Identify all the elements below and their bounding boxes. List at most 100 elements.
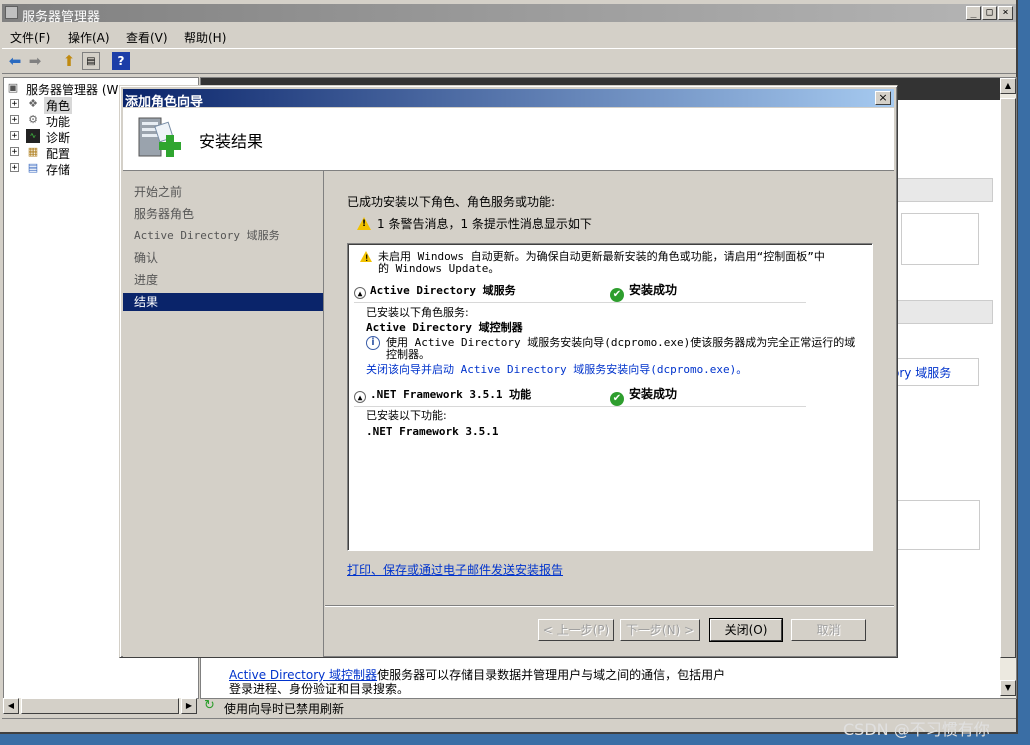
- forward-arrow-icon[interactable]: ➡: [26, 52, 44, 70]
- next-button[interactable]: 下一步(N) >: [620, 619, 700, 641]
- nav-server-roles[interactable]: 服务器角色: [123, 205, 323, 223]
- maximize-button[interactable]: □: [982, 6, 997, 20]
- vertical-scrollbar[interactable]: ▲ ▼: [1000, 78, 1016, 698]
- expand-icon[interactable]: +: [10, 147, 19, 157]
- refresh-icon: ↻: [204, 698, 215, 713]
- menu-action[interactable]: 操作(A): [68, 29, 110, 46]
- roles-icon: ❖: [28, 97, 38, 110]
- wizard-nav: 开始之前 服务器角色 Active Directory 域服务 确认 进度 结果: [123, 171, 323, 657]
- diagnostics-icon: ∿: [26, 129, 40, 143]
- menubar: 文件(F) 操作(A) 查看(V) 帮助(H): [2, 26, 1016, 46]
- info-icon: i: [366, 336, 380, 350]
- scroll-right-arrow-icon[interactable]: ▶: [181, 698, 197, 714]
- dialog-header: 安装结果: [123, 108, 894, 171]
- nav-confirmation[interactable]: 确认: [123, 249, 323, 267]
- menu-file[interactable]: 文件(F): [10, 29, 50, 46]
- warning-icon: [357, 217, 371, 230]
- status-bar: ↻ 使用向导时已禁用刷新: [200, 698, 1015, 717]
- ad-status-text: 安装成功: [629, 283, 678, 297]
- tree-item-label: 功能: [46, 115, 71, 129]
- ad-installed-label: 已安装以下角色服务:: [366, 306, 469, 319]
- button-separator: [325, 605, 894, 606]
- net-status-text: 安装成功: [629, 387, 678, 401]
- storage-icon: ▤: [27, 161, 39, 174]
- server-icon: ▣: [7, 81, 19, 94]
- nav-results[interactable]: 结果: [123, 293, 323, 311]
- show-hide-tree-icon[interactable]: ▤: [82, 52, 100, 70]
- up-folder-icon[interactable]: ⬆: [60, 52, 78, 70]
- ad-status: ✔ 安装成功: [610, 284, 677, 302]
- launch-dcpromo-link[interactable]: 关闭该向导并启动 Active Directory 域服务安装向导(dcprom…: [366, 364, 747, 376]
- window-title: 服务器管理器: [22, 10, 101, 25]
- server-add-icon: [138, 117, 181, 157]
- results-box: 未启用 Windows 自动更新。为确保自动更新最新安装的角色或功能，请启用“控…: [347, 243, 873, 551]
- net-status: ✔ 安装成功: [610, 388, 677, 406]
- ad-installed-service: Active Directory 域控制器: [366, 321, 523, 334]
- menu-help[interactable]: 帮助(H): [184, 29, 226, 46]
- back-arrow-icon[interactable]: ⬅: [6, 52, 24, 70]
- update-warning-cont: 的 Windows Update。: [378, 262, 500, 275]
- ad-section-header[interactable]: ▲ Active Directory 域服务: [354, 285, 516, 299]
- ad-section-title: Active Directory 域服务: [370, 284, 516, 297]
- ad-services-link[interactable]: ory 域服务: [892, 364, 951, 381]
- role-description-text: 使服务器可以存储目录数据并管理用户与域之间的通信，包括用户: [377, 668, 726, 682]
- divider: [354, 302, 806, 303]
- ad-info: i: [366, 336, 380, 350]
- expand-icon[interactable]: +: [10, 99, 19, 109]
- warning-icon: [360, 251, 372, 265]
- collapse-chevron-icon[interactable]: ▲: [354, 287, 366, 299]
- tree-item-label: 存储: [46, 163, 71, 177]
- net-section-title: .NET Framework 3.5.1 功能: [370, 388, 532, 401]
- expand-icon[interactable]: +: [10, 131, 19, 141]
- server-manager-icon: [5, 6, 18, 19]
- dialog-close-button[interactable]: ×: [875, 91, 891, 105]
- ad-info-text: 使用 Active Directory 域服务安装向导(dcpromo.exe)…: [386, 336, 856, 349]
- nav-progress[interactable]: 进度: [123, 271, 323, 289]
- warning-summary: 1 条警告消息，1 条提示性消息显示如下: [357, 215, 592, 232]
- scroll-up-arrow-icon[interactable]: ▲: [1000, 78, 1016, 94]
- scroll-left-arrow-icon[interactable]: ◀: [3, 698, 19, 714]
- ad-domain-controller-link[interactable]: Active Directory 域控制器: [229, 668, 377, 682]
- scrollbar-thumb[interactable]: [1000, 98, 1016, 658]
- close-window-button[interactable]: ×: [998, 6, 1013, 20]
- hscrollbar-thumb[interactable]: [21, 698, 179, 714]
- nav-before-you-begin[interactable]: 开始之前: [123, 183, 323, 201]
- close-dialog-button[interactable]: 关闭(O): [709, 618, 783, 642]
- toolbar: ⬅ ➡ ⬆ ▤ ?: [2, 48, 1016, 74]
- collapse-chevron-icon[interactable]: ▲: [354, 391, 366, 403]
- tree-item-label: 诊断: [46, 131, 71, 145]
- watermark: CSDN @不习惯有你: [843, 720, 990, 739]
- net-section-header[interactable]: ▲ .NET Framework 3.5.1 功能: [354, 389, 531, 403]
- wizard-content: 已成功安装以下角色、角色服务或功能: 1 条警告消息，1 条提示性消息显示如下 …: [325, 171, 895, 657]
- role-description-text-2: 登录进程、身份验证和目录搜索。: [229, 682, 410, 696]
- details-box: ory 域服务: [891, 358, 979, 386]
- previous-button[interactable]: < 上一步(P): [538, 619, 614, 641]
- expand-icon[interactable]: +: [10, 163, 19, 173]
- window-titlebar: 服务器管理器 _ □ ×: [2, 4, 1016, 25]
- details-section: [891, 300, 993, 324]
- scroll-down-arrow-icon[interactable]: ▼: [1000, 680, 1016, 696]
- nav-separator: [323, 171, 324, 657]
- menu-view[interactable]: 查看(V): [126, 29, 168, 46]
- results-intro: 已成功安装以下角色、角色服务或功能:: [347, 195, 556, 209]
- success-check-icon: ✔: [610, 288, 624, 302]
- status-text: 使用向导时已禁用刷新: [224, 702, 345, 716]
- tree-item-label: 配置: [46, 147, 71, 161]
- ad-info-text-cont: 控制器。: [386, 348, 430, 361]
- horizontal-scrollbar[interactable]: ◀ ▶: [3, 698, 197, 714]
- help-icon[interactable]: ?: [112, 52, 130, 70]
- configuration-icon: ▦: [27, 145, 39, 158]
- warning-summary-text: 1 条警告消息，1 条提示性消息显示如下: [377, 217, 592, 231]
- nav-ad-ds[interactable]: Active Directory 域服务: [123, 227, 323, 245]
- net-installed-label: 已安装以下功能:: [366, 409, 447, 422]
- details-section: [891, 178, 993, 202]
- role-description: Active Directory 域控制器使服务器可以存储目录数据并管理用户与域…: [229, 668, 789, 696]
- divider: [354, 406, 806, 407]
- features-icon: ⚙: [28, 113, 38, 126]
- dialog-header-title: 安装结果: [199, 132, 264, 151]
- print-save-email-report-link[interactable]: 打印、保存或通过电子邮件发送安装报告: [347, 561, 563, 578]
- minimize-button[interactable]: _: [966, 6, 981, 20]
- expand-icon[interactable]: +: [10, 115, 19, 125]
- details-box: [901, 213, 979, 265]
- cancel-button[interactable]: 取消: [791, 619, 866, 641]
